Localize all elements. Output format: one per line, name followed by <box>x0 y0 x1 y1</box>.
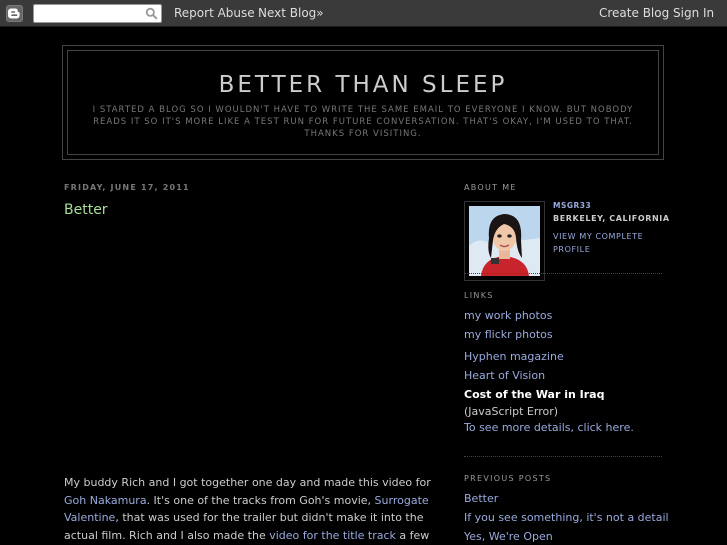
sign-in-link[interactable]: Sign In <box>673 7 714 20</box>
widget-details-link[interactable]: To see more details, click here. <box>464 421 634 434</box>
report-abuse-link[interactable]: Report Abuse <box>174 7 255 20</box>
avatar[interactable] <box>464 201 545 281</box>
sidebar-divider <box>464 273 662 274</box>
sidebar-link-flickr-photos[interactable]: my flickr photos <box>464 328 553 341</box>
iraq-war-cost-widget-title: Cost of the War in Iraq <box>464 388 605 401</box>
search-icon[interactable] <box>145 7 158 20</box>
widget-error-text: (JavaScript Error) <box>464 405 559 418</box>
post-body-text: My buddy Rich and I got together one day… <box>64 476 431 489</box>
about-me-heading: ABOUT ME <box>464 183 517 192</box>
post-body-text: . It's one of the tracks from Goh's movi… <box>146 493 375 507</box>
blog-header: BETTER THAN SLEEP I started a blog so I … <box>62 45 664 160</box>
view-complete-profile-link[interactable]: VIEW MY COMPLETE PROFILE <box>553 231 673 256</box>
next-blog-link[interactable]: Next Blog» <box>258 7 324 20</box>
goh-nakamura-link[interactable]: Goh Nakamura <box>64 494 147 507</box>
sidebar-link-heart-of-vision[interactable]: Heart of Vision <box>464 369 545 382</box>
profile-location: BERKELEY, CALIFORNIA <box>553 214 670 223</box>
previous-posts-heading: PREVIOUS POSTS <box>464 474 552 483</box>
profile-name-link[interactable]: MSGR33 <box>553 201 591 210</box>
post-date: FRIDAY, JUNE 17, 2011 <box>64 183 190 192</box>
previous-post-link[interactable]: Yes, We're Open <box>464 530 553 543</box>
search-box <box>33 4 162 23</box>
post-body: My buddy Rich and I got together one day… <box>64 474 442 545</box>
previous-post-link[interactable]: Better <box>464 492 498 505</box>
embedded-video[interactable] <box>64 224 436 460</box>
blog-header-inner: BETTER THAN SLEEP I started a blog so I … <box>67 50 659 155</box>
sidebar-divider <box>464 456 662 457</box>
blog-description: I started a blog so I wouldn't have to w… <box>92 105 634 139</box>
post-title[interactable]: Better <box>64 202 108 218</box>
title-track-video-link[interactable]: video for the title track <box>269 529 396 542</box>
sidebar-link-work-photos[interactable]: my work photos <box>464 309 552 322</box>
links-heading: LINKS <box>464 291 494 300</box>
blogger-navbar: Report Abuse Next Blog» Create Blog Sign… <box>0 0 727 27</box>
create-blog-link[interactable]: Create Blog <box>599 7 669 20</box>
search-input[interactable] <box>36 6 140 21</box>
sidebar-link-hyphen-magazine[interactable]: Hyphen magazine <box>464 350 564 363</box>
previous-post-link[interactable]: If you see something, it's not a detail <box>464 511 669 524</box>
blog-title[interactable]: BETTER THAN SLEEP <box>68 71 658 99</box>
blogger-logo-icon[interactable] <box>6 5 23 22</box>
